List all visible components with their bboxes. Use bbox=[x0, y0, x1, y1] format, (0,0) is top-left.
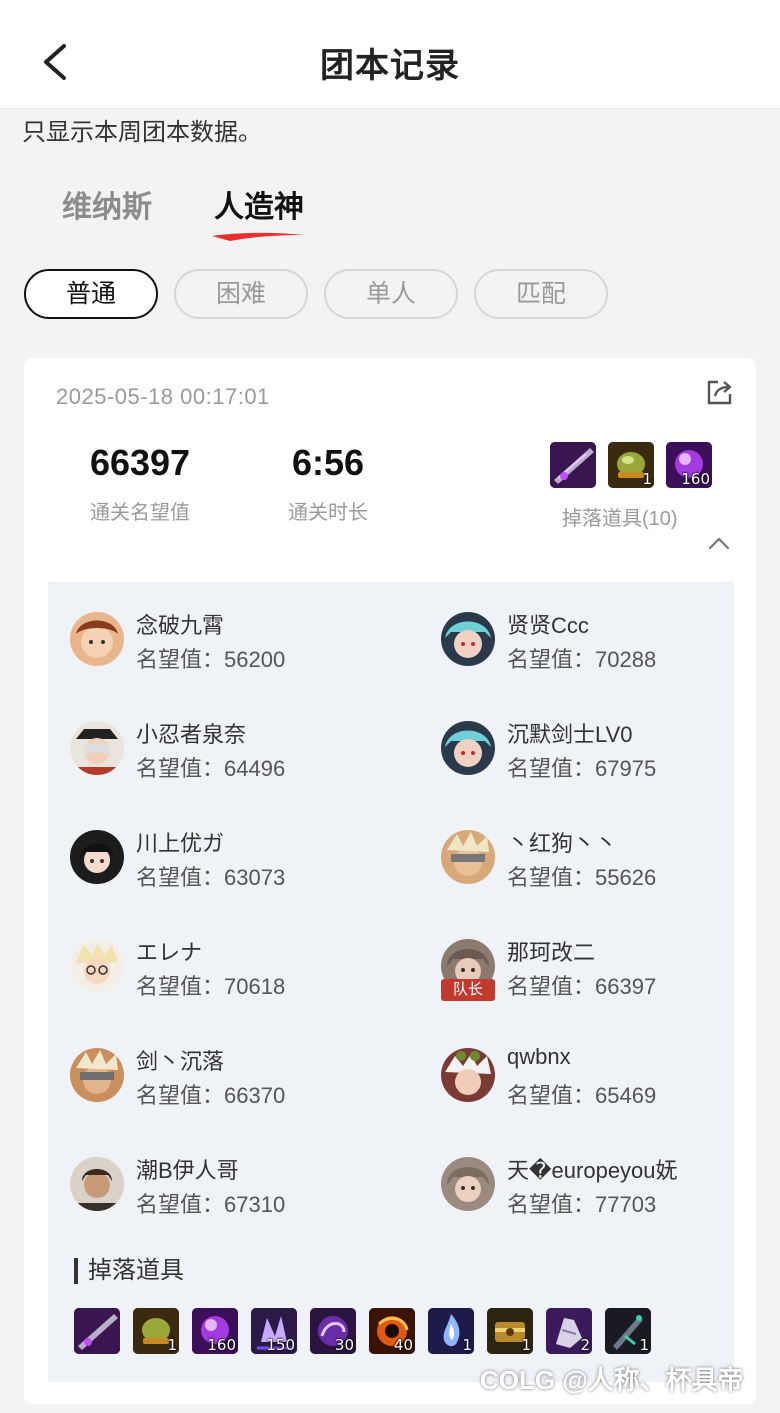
fame-stat: 66397 通关名望值 bbox=[80, 442, 200, 525]
avatar bbox=[441, 1157, 495, 1211]
member-item[interactable]: 丶红狗丶丶 名望值：55626 bbox=[441, 826, 761, 896]
avatar bbox=[70, 939, 124, 993]
avatar bbox=[441, 612, 495, 666]
active-tab-indicator bbox=[212, 232, 304, 241]
watermark: COLG @人称、杯具帝 bbox=[480, 1365, 744, 1395]
member-item[interactable]: 天�europeyou妩 名望值：77703 bbox=[441, 1153, 761, 1223]
filter-hard[interactable]: 困难 bbox=[174, 269, 308, 319]
member-name: エレナ bbox=[136, 940, 203, 965]
character-avatar-icon bbox=[441, 1048, 495, 1102]
filter-match[interactable]: 匹配 bbox=[474, 269, 608, 319]
member-item[interactable]: 沉默剑士LV0 名望值：67975 bbox=[441, 717, 761, 787]
character-avatar-icon bbox=[70, 1157, 124, 1211]
avatar bbox=[70, 721, 124, 775]
character-avatar-icon bbox=[70, 1048, 124, 1102]
drop-preview-purple-orb: 160 bbox=[666, 442, 712, 488]
member-name: 念破九霄 bbox=[136, 613, 225, 638]
member-fame: 名望值：77703 bbox=[507, 1192, 657, 1217]
drop-item[interactable]: 30 bbox=[310, 1308, 356, 1354]
drop-preview-green-orb: 1 bbox=[608, 442, 654, 488]
weekly-notice: 只显示本周团本数据。 bbox=[22, 119, 262, 146]
share-icon[interactable] bbox=[706, 378, 734, 406]
avatar bbox=[70, 1048, 124, 1102]
chevron-up-icon[interactable] bbox=[707, 534, 731, 552]
member-fame: 名望值：67975 bbox=[507, 756, 657, 781]
member-fame: 名望值：65469 bbox=[507, 1083, 657, 1108]
member-name: 贤贤Ccc bbox=[507, 613, 589, 638]
character-avatar-icon bbox=[70, 830, 124, 884]
avatar bbox=[70, 1157, 124, 1211]
tab-venus[interactable]: 维纳斯 bbox=[62, 182, 152, 226]
page-title: 团本记录 bbox=[320, 47, 460, 85]
weapon-item-icon bbox=[550, 442, 596, 488]
avatar bbox=[441, 1048, 495, 1102]
tab-artificial-god[interactable]: 人造神 bbox=[214, 182, 304, 226]
drop-item[interactable]: 160 bbox=[192, 1308, 238, 1354]
member-fame: 名望值：63073 bbox=[136, 865, 286, 890]
member-item[interactable]: 小忍者泉奈 名望值：64496 bbox=[70, 717, 390, 787]
filter-solo[interactable]: 单人 bbox=[324, 269, 458, 319]
member-fame: 名望值：66370 bbox=[136, 1083, 286, 1108]
drop-item[interactable] bbox=[74, 1308, 120, 1354]
drop-preview-weapon bbox=[550, 442, 596, 488]
member-item[interactable]: 潮B伊人哥 名望值：67310 bbox=[70, 1153, 390, 1223]
member-name: 天�europeyou妩 bbox=[507, 1158, 678, 1183]
member-name: 潮B伊人哥 bbox=[136, 1158, 239, 1183]
member-item[interactable]: 川上优ガ 名望值：63073 bbox=[70, 826, 390, 896]
member-name: 小忍者泉奈 bbox=[136, 722, 247, 747]
members-panel: 念破九霄 名望值：56200 贤贤Ccc 名望值：70288 小忍者泉奈 名望值 bbox=[48, 582, 734, 1382]
nav-bar: 团本记录 bbox=[0, 0, 780, 109]
member-name: 沉默剑士LV0 bbox=[507, 722, 633, 747]
drop-item[interactable]: 1 bbox=[133, 1308, 179, 1354]
member-fame: 名望值：66397 bbox=[507, 974, 657, 999]
member-fame: 名望值：55626 bbox=[507, 865, 657, 890]
avatar bbox=[70, 612, 124, 666]
member-fame: 名望值：70288 bbox=[507, 647, 657, 672]
character-avatar-icon bbox=[441, 612, 495, 666]
fame-label: 通关名望值 bbox=[90, 502, 190, 524]
member-fame: 名望值：64496 bbox=[136, 756, 286, 781]
character-avatar-icon bbox=[70, 612, 124, 666]
member-item[interactable]: 队长 那珂改二 名望值：66397 bbox=[441, 935, 761, 1005]
member-name: 剑丶沉落 bbox=[136, 1049, 225, 1074]
drop-item[interactable]: 150 bbox=[251, 1308, 297, 1354]
leader-badge: 队长 bbox=[441, 979, 495, 1001]
drop-item[interactable]: 1 bbox=[428, 1308, 474, 1354]
weapon-item-icon bbox=[74, 1308, 120, 1354]
duration-label: 通关时长 bbox=[288, 502, 368, 524]
drop-item[interactable]: 1 bbox=[487, 1308, 533, 1354]
drop-item[interactable]: 40 bbox=[369, 1308, 415, 1354]
member-name: 那珂改二 bbox=[507, 940, 596, 965]
member-name: 丶红狗丶丶 bbox=[507, 831, 618, 856]
duration-stat: 6:56 通关时长 bbox=[270, 442, 386, 525]
member-name: qwbnx bbox=[507, 1044, 571, 1069]
member-fame: 名望值：67310 bbox=[136, 1192, 286, 1217]
drop-item[interactable]: 2 bbox=[546, 1308, 592, 1354]
drops-section-title: 掉落道具 bbox=[74, 1258, 184, 1284]
drops-list: 1 160 150 30 40 1 1 2 1 bbox=[74, 1308, 714, 1358]
character-avatar-icon bbox=[441, 830, 495, 884]
character-avatar-icon bbox=[70, 939, 124, 993]
member-name: 川上优ガ bbox=[136, 831, 225, 856]
character-avatar-icon bbox=[70, 721, 124, 775]
member-item[interactable]: 剑丶沉落 名望值：66370 bbox=[70, 1044, 390, 1114]
member-item[interactable]: 贤贤Ccc 名望值：70288 bbox=[441, 608, 761, 678]
avatar bbox=[441, 721, 495, 775]
member-item[interactable]: エレナ 名望值：70618 bbox=[70, 935, 390, 1005]
member-fame: 名望值：56200 bbox=[136, 647, 286, 672]
filter-normal[interactable]: 普通 bbox=[24, 269, 158, 319]
member-fame: 名望值：70618 bbox=[136, 974, 286, 999]
character-avatar-icon bbox=[441, 1157, 495, 1211]
avatar bbox=[70, 830, 124, 884]
raid-record-card: 2025-05-18 00:17:01 66397 通关名望值 6:56 通关时… bbox=[24, 358, 756, 1404]
member-item[interactable]: 念破九霄 名望值：56200 bbox=[70, 608, 390, 678]
duration-value: 6:56 bbox=[291, 442, 365, 483]
record-datetime: 2025-05-18 00:17:01 bbox=[56, 384, 270, 409]
drops-count-label: 掉落道具(10) bbox=[562, 508, 678, 530]
character-avatar-icon bbox=[441, 721, 495, 775]
avatar bbox=[441, 830, 495, 884]
drop-item[interactable]: 1 bbox=[605, 1308, 651, 1354]
fame-value: 66397 bbox=[89, 442, 191, 483]
member-item[interactable]: qwbnx 名望值：65469 bbox=[441, 1044, 761, 1114]
